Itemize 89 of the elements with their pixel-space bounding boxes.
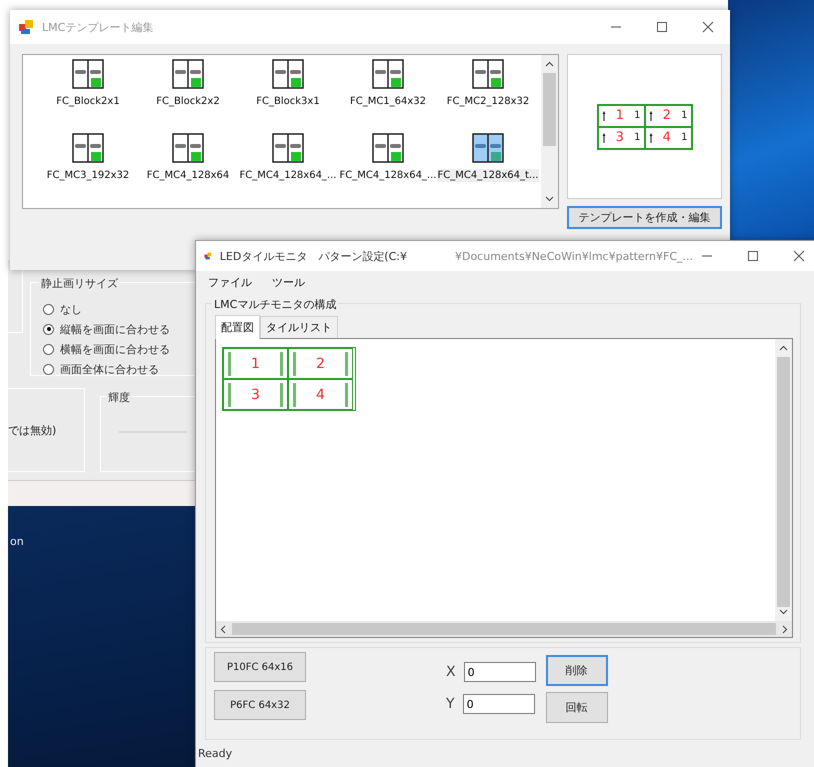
template-name[interactable]: FC_MC2_128x32 xyxy=(446,95,530,108)
template-icon[interactable] xyxy=(372,59,404,89)
scrollbar[interactable] xyxy=(541,55,558,208)
scroll-up-icon[interactable] xyxy=(545,61,554,67)
template-icon[interactable] xyxy=(472,59,504,89)
scroll-up-icon[interactable] xyxy=(779,345,788,351)
radio-label[interactable]: 画面全体に合わせる xyxy=(60,362,159,376)
window-title: LMCテンプレート編集 xyxy=(42,20,154,34)
scroll-down-icon[interactable] xyxy=(545,196,554,202)
group-title: 輝度 xyxy=(106,390,132,405)
template-icon[interactable] xyxy=(372,133,404,163)
field-label: X xyxy=(446,664,456,680)
input-field[interactable]: 0 xyxy=(462,694,535,714)
close-icon[interactable] xyxy=(702,21,714,33)
arrow-icon xyxy=(602,132,606,144)
radio-button[interactable] xyxy=(43,364,54,374)
template-name[interactable]: FC_Block2x1 xyxy=(55,95,121,108)
tile-number: 1 xyxy=(251,356,260,372)
tile-number: 2 xyxy=(316,356,325,372)
tile-label: 1 xyxy=(634,110,640,121)
template-icon[interactable] xyxy=(472,133,504,163)
radio-button[interactable] xyxy=(43,344,54,354)
tile-edge-icon xyxy=(228,352,231,376)
tile-label: 1 xyxy=(681,110,688,121)
tile-edge-icon xyxy=(293,352,296,376)
tile-number: 4 xyxy=(316,386,325,402)
template-icon[interactable] xyxy=(172,59,204,89)
tile-number: 3 xyxy=(616,130,624,145)
status-text: Ready xyxy=(197,746,234,760)
template-name[interactable]: FC_MC4_128x64_... xyxy=(238,169,338,182)
create-template-button[interactable]: テンプレートを作成・編集 xyxy=(567,206,722,229)
action-button[interactable]: 削除 xyxy=(546,655,608,686)
tile-edge-icon xyxy=(228,382,231,406)
radio-button[interactable] xyxy=(43,304,54,314)
scroll-down-icon[interactable] xyxy=(779,609,788,615)
template-name[interactable]: FC_MC4_128x64_... xyxy=(338,169,438,182)
tile-edge-icon xyxy=(280,382,283,406)
field-label: Y xyxy=(446,696,455,712)
tile-edge-icon xyxy=(344,352,348,376)
tile-edge-icon xyxy=(344,382,348,406)
template-name[interactable]: FC_MC1_64x32 xyxy=(348,95,428,108)
tile-edge-icon xyxy=(280,352,283,376)
app-icon xyxy=(18,19,34,35)
scroll-right-icon[interactable] xyxy=(782,624,788,634)
tile-edge-icon xyxy=(293,382,296,406)
tile-number: 4 xyxy=(662,130,671,145)
tile-label: 1 xyxy=(681,132,688,143)
maximize-icon[interactable] xyxy=(747,250,759,262)
template-icon[interactable] xyxy=(172,133,204,163)
desktop-icon-label[interactable]: on xyxy=(10,535,24,548)
group-title: 静止画リサイズ xyxy=(39,276,120,291)
arrow-icon xyxy=(648,132,652,144)
tile-number: 1 xyxy=(616,108,624,123)
input-field[interactable]: 0 xyxy=(464,662,536,682)
arrow-icon xyxy=(602,110,606,122)
tab[interactable]: 配置図 xyxy=(215,315,260,339)
tab[interactable]: タイルリスト xyxy=(260,316,338,338)
scrollbar[interactable] xyxy=(775,339,792,621)
action-button[interactable]: 回転 xyxy=(546,692,608,723)
window-title: LEDタイルモニタ パターン設定(C:¥ xyxy=(220,248,407,264)
label: では無効) xyxy=(8,422,56,438)
template-icon[interactable] xyxy=(72,59,104,89)
tile-number: 3 xyxy=(251,386,260,402)
template-icon[interactable] xyxy=(72,133,104,163)
menu-item[interactable]: ツール xyxy=(272,275,305,289)
template-icon[interactable] xyxy=(272,59,304,89)
menu-item[interactable]: ファイル xyxy=(208,275,252,289)
radio-button[interactable] xyxy=(43,324,54,334)
tile-number: 2 xyxy=(662,108,671,123)
radio-label[interactable]: 縦幅を画面に合わせる xyxy=(60,322,170,336)
template-name[interactable]: FC_MC3_192x32 xyxy=(46,169,130,182)
group-title: LMCマルチモニタの構成 xyxy=(212,297,338,312)
template-name[interactable]: FC_MC4_128x64 xyxy=(146,169,230,182)
close-icon[interactable] xyxy=(793,250,805,262)
scroll-left-icon[interactable] xyxy=(220,624,226,634)
template-name[interactable]: FC_MC4_128x64_t... xyxy=(436,169,540,182)
template-icon[interactable] xyxy=(272,133,304,163)
scrollbar[interactable] xyxy=(216,621,792,637)
tile-type-button[interactable]: P10FC 64x16 xyxy=(214,652,306,682)
window-title: ¥Documents¥NeCoWin¥lmc¥pattern¥FC_... xyxy=(454,250,693,262)
tile-type-button[interactable]: P6FC 64x32 xyxy=(214,690,306,720)
template-name[interactable]: FC_Block2x2 xyxy=(155,95,221,108)
maximize-icon[interactable] xyxy=(656,21,668,33)
template-name[interactable]: FC_Block3x1 xyxy=(255,95,321,108)
arrow-icon xyxy=(648,110,652,122)
template-list[interactable]: FC_Block2x1 FC_Block2x2 FC_Block3x1 FC_MC1_64x32 FC_MC2_128x32 FC_MC3_192x32 FC_MC4_128x64 FC_MC4_128x64_... FC_MC4_128x64_...FC_MC4_128x64_t... xyxy=(22,54,559,209)
tile-label: 1 xyxy=(634,132,640,143)
radio-label[interactable]: なし xyxy=(60,302,82,316)
radio-label[interactable]: 横幅を画面に合わせる xyxy=(60,342,170,356)
